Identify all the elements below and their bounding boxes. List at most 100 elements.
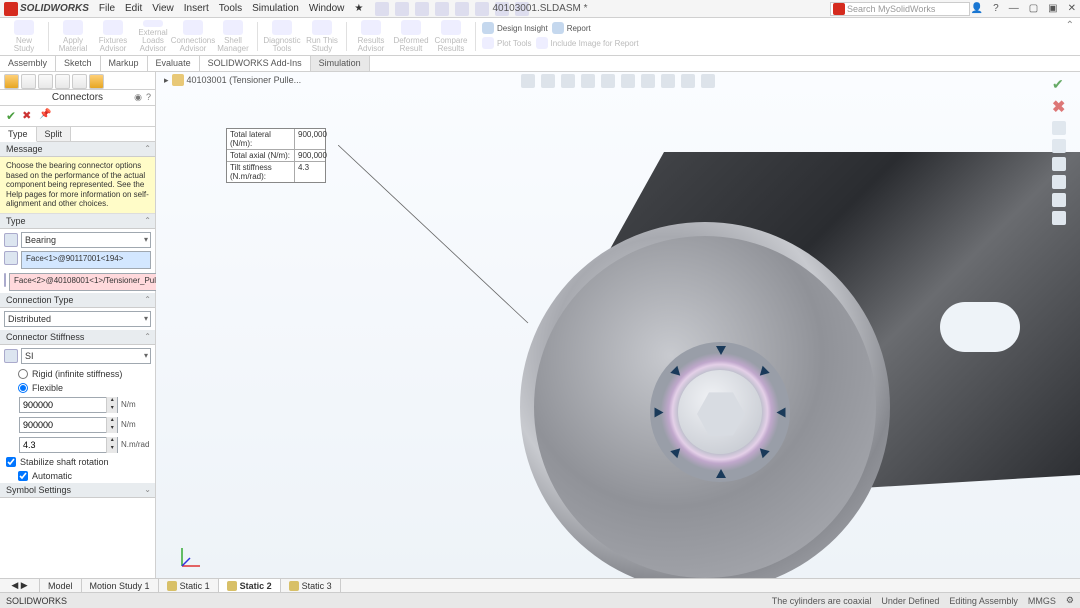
display-manager-icon[interactable] [72,74,87,89]
hide-show-icon[interactable] [641,74,655,88]
feature-tree-icon[interactable] [4,74,19,89]
panel-options-icon[interactable]: ◉ [134,92,142,103]
tab-static-3[interactable]: Static 3 [281,579,341,592]
spin-up[interactable]: ▴ [106,397,117,405]
taskpane-explorer-icon[interactable] [1052,157,1066,171]
ribbon-include-image[interactable]: Include Image for Report [536,37,639,51]
property-manager-icon[interactable] [21,74,36,89]
spin-down[interactable]: ▾ [106,405,117,413]
subtab-split[interactable]: Split [37,127,72,141]
model-geometry[interactable] [350,152,1080,562]
callout-value[interactable]: 900,000 [295,150,325,161]
taskpane-custom-icon[interactable] [1052,211,1066,225]
tree-expand-icon[interactable]: ▸ [164,75,169,86]
menu-simulation[interactable]: Simulation [252,3,299,14]
ribbon-plot-tools[interactable]: Plot Tools [482,37,532,51]
ribbon-collapse-icon[interactable]: ⌃ [1066,20,1074,31]
login-icon[interactable]: 👤 [971,3,983,14]
type-header[interactable]: Type⌃ [0,214,155,229]
graphics-viewport[interactable]: ▢ ▣ ✕ ▸ 40103001 (Tensioner Pulle... ✔ ✖ [156,72,1080,578]
tab-sketch[interactable]: Sketch [56,56,101,71]
menu-file[interactable]: File [99,3,115,14]
view-orientation-icon[interactable] [601,74,615,88]
face1-icon[interactable] [4,251,18,265]
search-box[interactable]: Search MySolidWorks [830,2,970,16]
maximize-icon[interactable]: ▣ [1048,3,1057,14]
qat-new-icon[interactable] [375,2,389,16]
bracket-slot[interactable] [940,302,1020,352]
config-manager-icon[interactable] [38,74,53,89]
stiffness-header[interactable]: Connector Stiffness⌃ [0,330,155,345]
spin-down[interactable]: ▾ [106,445,117,453]
check-stabilize[interactable]: Stabilize shaft rotation [0,455,155,469]
reject-icon[interactable]: ✖ [1052,97,1066,117]
tab-evaluate[interactable]: Evaluate [148,56,200,71]
minimize-icon[interactable]: — [1009,3,1019,14]
status-extra-icon[interactable]: ⚙ [1066,595,1074,606]
tilt-input[interactable] [20,440,106,450]
ribbon-new-study[interactable]: New Study [6,20,42,53]
pin-icon[interactable]: 📌 [39,109,51,123]
menu-window[interactable]: Window [309,3,345,14]
radio-rigid[interactable]: Rigid (infinite stiffness) [0,367,155,381]
tab-assembly[interactable]: Assembly [0,56,56,71]
connector-callout[interactable]: Total lateral (N/m):900,000 Total axial … [226,128,326,183]
tab-motion-study[interactable]: Motion Study 1 [82,579,159,592]
flyout-tree[interactable]: ▸ 40103001 (Tensioner Pulle... [164,74,301,86]
section-view-icon[interactable] [581,74,595,88]
menu-star-icon[interactable]: ★ [354,3,363,14]
help-icon[interactable]: ? [993,3,999,14]
qat-print-icon[interactable] [435,2,449,16]
callout-value[interactable]: 900,000 [295,129,325,149]
ribbon-diagnostic[interactable]: Diagnostic Tools [264,20,300,53]
menu-insert[interactable]: Insert [184,3,209,14]
face1-selection[interactable]: Face<1>@90117001<194> [21,251,151,269]
taskpane-library-icon[interactable] [1052,139,1066,153]
ribbon-report[interactable]: Report [552,22,591,36]
ribbon-deformed[interactable]: Deformed Result [393,20,429,53]
orientation-triad[interactable] [176,542,206,572]
ribbon-connections[interactable]: Connections Advisor [175,20,211,53]
confirm-icon[interactable]: ✔ [1052,76,1066,93]
spin-down[interactable]: ▾ [106,425,117,433]
tab-static-1[interactable]: Static 1 [159,579,219,592]
qat-undo-icon[interactable] [455,2,469,16]
connection-type-header[interactable]: Connection Type⌃ [0,293,155,308]
face2-icon[interactable] [4,273,6,287]
callout-value[interactable]: 4.3 [295,162,325,182]
ribbon-design-insight[interactable]: Design Insight [482,22,548,36]
qat-save-icon[interactable] [415,2,429,16]
axial-input[interactable] [20,420,106,430]
simulation-tree-icon[interactable] [89,74,104,89]
taskpane-appearances-icon[interactable] [1052,193,1066,207]
study-tab-nav[interactable]: ◀ ▶ [0,579,40,592]
ribbon-results[interactable]: Results Advisor [353,20,389,53]
unit-system-dropdown[interactable]: SI [21,348,151,364]
taskpane-palette-icon[interactable] [1052,175,1066,189]
tab-static-2[interactable]: Static 2 [219,579,281,592]
close-icon[interactable]: ✕ [1068,3,1076,14]
menu-tools[interactable]: Tools [219,3,242,14]
ribbon-loads[interactable]: External Loads Advisor [135,20,171,53]
tab-addins[interactable]: SOLIDWORKS Add-Ins [200,56,311,71]
dimxpert-icon[interactable] [55,74,70,89]
zoom-area-icon[interactable] [541,74,555,88]
view-settings-icon[interactable] [701,74,715,88]
tab-model[interactable]: Model [40,579,82,592]
panel-help-icon[interactable]: ? [146,92,151,103]
ribbon-compare[interactable]: Compare Results [433,20,469,53]
flyout-tree-label[interactable]: 40103001 (Tensioner Pulle... [187,75,302,85]
appearance-icon[interactable] [661,74,675,88]
type-dropdown[interactable]: Bearing [21,232,151,248]
taskpane-resources-icon[interactable] [1052,121,1066,135]
message-header[interactable]: Message⌃ [0,142,155,157]
restore-icon[interactable]: ▢ [1029,3,1038,14]
subtab-type[interactable]: Type [0,127,37,142]
display-style-icon[interactable] [621,74,635,88]
menu-edit[interactable]: Edit [125,3,142,14]
status-units[interactable]: MMGS [1028,596,1056,606]
menu-view[interactable]: View [152,3,174,14]
scene-icon[interactable] [681,74,695,88]
connection-type-dropdown[interactable]: Distributed [4,311,151,327]
lateral-input[interactable] [20,400,106,410]
